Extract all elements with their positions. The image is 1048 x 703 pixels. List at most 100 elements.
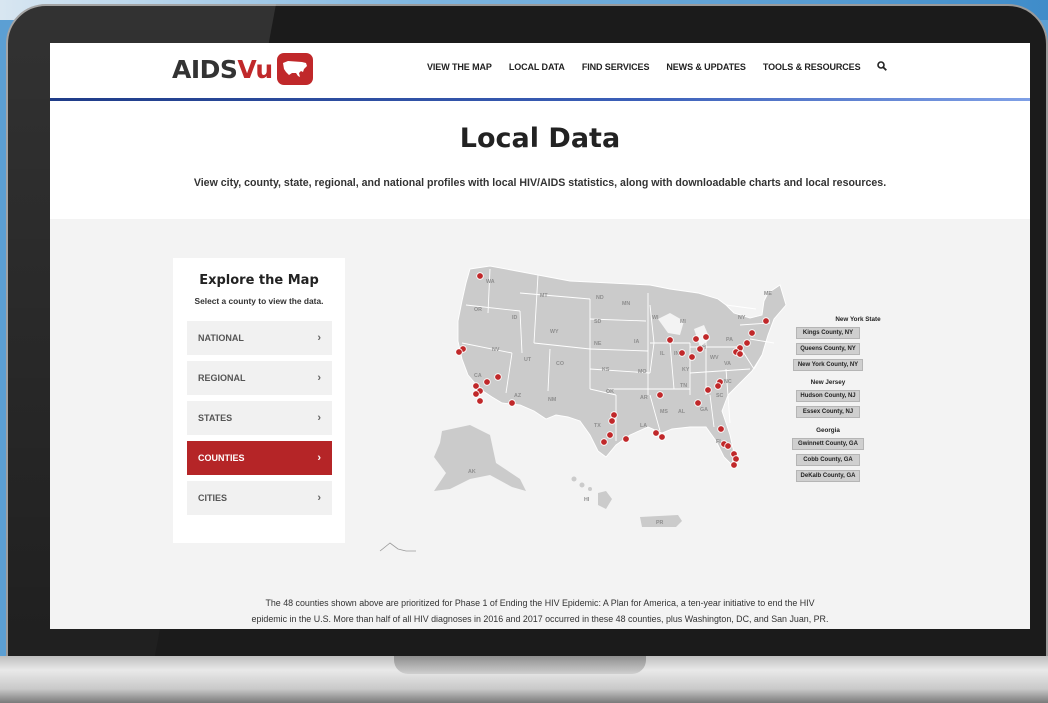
state-label-ms: MS (660, 409, 668, 415)
legend-dekalb-county[interactable]: DeKalb County, GA (796, 470, 860, 482)
chevron-right-icon: › (317, 412, 321, 424)
state-label-nd: ND (596, 295, 604, 301)
legend-gwinnett-county[interactable]: Gwinnett County, GA (792, 438, 864, 450)
county-marker (732, 455, 740, 463)
state-label-ca: CA (474, 373, 482, 379)
county-marker (494, 373, 502, 381)
county-marker (692, 335, 700, 343)
legend-heading-ny: New York State (835, 316, 881, 323)
county-marker (702, 333, 710, 341)
panel-subtitle: Select a county to view the data. (194, 296, 324, 306)
county-marker (678, 349, 686, 357)
county-marker (704, 386, 712, 394)
county-marker (748, 329, 756, 337)
state-label-or: OR (474, 307, 482, 313)
state-label-va: VA (724, 361, 731, 367)
legend-new-york-county[interactable]: New York County, NY (793, 359, 863, 371)
county-marker (476, 272, 484, 280)
footnote-line-1: The 48 counties shown above are prioriti… (265, 598, 815, 608)
state-label-wv: WV (710, 355, 719, 361)
state-label-mt: MT (540, 293, 548, 299)
state-label-ut: UT (524, 357, 532, 363)
county-marker (736, 350, 744, 358)
county-marker (714, 382, 722, 390)
state-label-ny: NY (738, 315, 746, 321)
county-marker (717, 425, 725, 433)
county-marker (658, 433, 666, 441)
legend-queens-county[interactable]: Queens County, NY (796, 343, 860, 355)
state-label-co: CO (556, 361, 564, 367)
legend-essex-county[interactable]: Essex County, NJ (796, 406, 860, 418)
chevron-right-icon: › (317, 332, 321, 344)
legend-heading-ga: Georgia (816, 427, 840, 434)
state-label-mo: MO (638, 369, 647, 375)
counties-button[interactable]: COUNTIES › (187, 441, 332, 475)
county-marker (455, 348, 463, 356)
states-button[interactable]: STATES › (187, 401, 332, 435)
county-marker (656, 391, 664, 399)
state-label-il: IL (660, 351, 665, 357)
state-label-sd: SD (594, 319, 602, 325)
panel-title: Explore the Map (199, 273, 319, 288)
county-marker (762, 317, 770, 325)
contiguous-us-shape (457, 265, 787, 466)
county-marker (743, 339, 751, 347)
state-label-ak: AK (468, 469, 476, 475)
state-label-ks: KS (602, 367, 610, 373)
state-label-ia: IA (634, 339, 639, 345)
county-marker (666, 336, 674, 344)
county-marker (730, 461, 738, 469)
county-marker (508, 399, 516, 407)
state-label-pa: PA (726, 337, 733, 343)
legend-cobb-county[interactable]: Cobb County, GA (796, 454, 860, 466)
legend-kings-county[interactable]: Kings County, NY (796, 327, 860, 339)
legend-hudson-county[interactable]: Hudson County, NJ (796, 390, 860, 402)
county-marker (688, 353, 696, 361)
state-label-hi: HI (584, 497, 590, 503)
county-marker (606, 431, 614, 439)
county-marker (622, 435, 630, 443)
state-label-ne: NE (594, 341, 602, 347)
chevron-right-icon: › (317, 492, 321, 504)
explore-panel: Explore the Map Select a county to view … (173, 258, 345, 543)
state-label-nv: NV (492, 347, 500, 353)
county-marker (483, 378, 491, 386)
legend-heading-nj: New Jersey (810, 379, 846, 386)
state-label-ar: AR (640, 395, 648, 401)
county-marker (694, 399, 702, 407)
state-label-nm: NM (548, 397, 557, 403)
county-marker (724, 442, 732, 450)
state-label-sc: SC (716, 393, 724, 399)
state-label-tx: TX (594, 423, 601, 429)
county-marker (472, 390, 480, 398)
regional-button[interactable]: REGIONAL › (187, 361, 332, 395)
chevron-right-icon: › (317, 372, 321, 384)
laptop-opening-notch (394, 656, 646, 674)
state-label-id: ID (512, 315, 517, 321)
alaska-shape (434, 425, 526, 491)
county-marker (696, 345, 704, 353)
state-label-ky: KY (682, 367, 690, 373)
cities-button[interactable]: CITIES › (187, 481, 332, 515)
county-marker (610, 411, 618, 419)
national-button[interactable]: NATIONAL › (187, 321, 332, 355)
state-label-nc: NC (724, 379, 732, 385)
county-marker (476, 397, 484, 405)
state-label-ga: GA (700, 407, 708, 413)
state-label-al: AL (678, 409, 686, 415)
state-label-pr: PR (656, 520, 664, 526)
county-marker (600, 438, 608, 446)
state-label-ok: OK (606, 389, 614, 395)
footnote: The 48 counties shown above are prioriti… (50, 595, 1030, 627)
chevron-right-icon: › (317, 452, 321, 464)
state-label-mi: MI (680, 319, 686, 325)
county-marker (608, 417, 616, 425)
state-label-az: AZ (514, 393, 522, 399)
state-label-me: ME (764, 291, 772, 297)
state-label-la: LA (640, 423, 647, 429)
state-label-mn: MN (622, 301, 630, 307)
state-label-wi: WI (652, 315, 659, 321)
state-label-tn: TN (680, 383, 687, 389)
state-label-wa: WA (486, 279, 495, 285)
county-marker (652, 429, 660, 437)
